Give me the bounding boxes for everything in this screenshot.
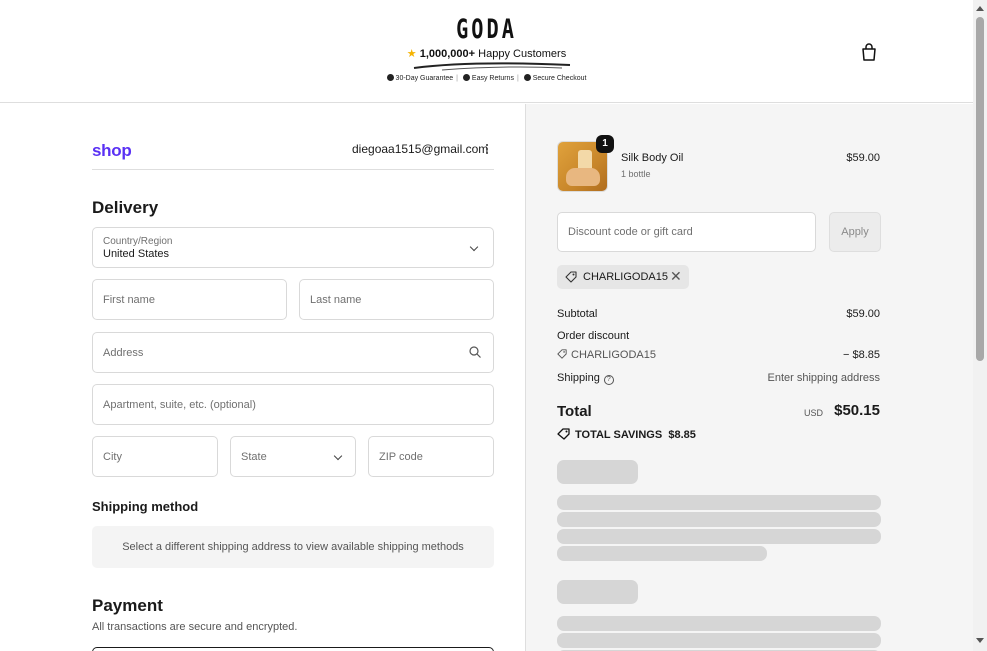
skeleton-block — [557, 580, 638, 604]
search-icon — [469, 346, 481, 358]
total-value: $50.15 — [834, 402, 880, 419]
product-variant: 1 bottle — [621, 169, 651, 179]
skeleton-line — [557, 529, 881, 544]
skeleton-line — [557, 633, 881, 648]
apply-button[interactable]: Apply — [829, 212, 881, 252]
zip-field[interactable]: ZIP code — [368, 436, 494, 477]
first-name-field[interactable]: First name — [92, 279, 287, 320]
shipping-row: Shipping? — [557, 372, 614, 385]
star-icon: ★ — [406, 48, 417, 60]
store-header: GODA ★ 1,000,000+ Happy Customers 30-Day… — [0, 0, 973, 103]
total-savings: TOTAL SAVINGS $8.85 — [557, 428, 696, 441]
account-email: diegoaa1515@gmail.com — [352, 142, 489, 156]
last-name-placeholder: Last name — [310, 293, 362, 306]
apartment-placeholder: Apartment, suite, etc. (optional) — [103, 398, 256, 411]
lock-icon — [523, 74, 531, 81]
city-placeholder: City — [103, 450, 122, 463]
shipping-value: Enter shipping address — [767, 372, 880, 384]
savings-tag-icon — [557, 428, 570, 440]
shipping-method-message: Select a different shipping address to v… — [92, 526, 494, 568]
first-name-placeholder: First name — [103, 293, 155, 306]
savings-value: $8.85 — [668, 429, 696, 441]
trust-badges: 30-Day Guarantee | Easy Returns | Secure C… — [0, 74, 973, 82]
product-price: $59.00 — [846, 152, 880, 164]
skeleton-line — [557, 512, 881, 527]
happy-count: 1,000,000+ — [419, 48, 476, 60]
country-label: Country/Region — [103, 236, 173, 247]
scroll-down-arrow-icon[interactable] — [976, 638, 984, 643]
state-select[interactable]: State — [230, 436, 356, 477]
subtotal-label: Subtotal — [557, 308, 598, 320]
total-currency: USD — [803, 408, 823, 418]
discount-value: − $8.85 — [842, 349, 880, 361]
subtotal-value: $59.00 — [846, 308, 880, 320]
tag-icon — [557, 349, 567, 359]
badge-returns: Easy Returns — [471, 75, 514, 82]
country-select[interactable]: Country/Region United States — [92, 227, 494, 268]
applied-discount-chip: CHARLIGODA15 ✕ — [557, 265, 689, 289]
applied-code: CHARLIGODA15 — [583, 271, 668, 283]
payment-subtitle: All transactions are secure and encrypte… — [92, 621, 298, 633]
savings-label: TOTAL SAVINGS — [575, 429, 663, 441]
apartment-field[interactable]: Apartment, suite, etc. (optional) — [92, 384, 494, 425]
brush-stroke-decoration — [413, 62, 571, 71]
total-label: Total — [557, 403, 592, 420]
skeleton-line — [557, 546, 767, 561]
country-value: United States — [103, 248, 170, 260]
payment-method-box[interactable] — [92, 647, 494, 651]
happy-customers-banner: ★ 1,000,000+ Happy Customers — [0, 47, 973, 60]
order-summary: 1 Silk Body Oil 1 bottle $59.00 Discount… — [525, 104, 973, 651]
city-field[interactable]: City — [92, 436, 218, 477]
zip-placeholder: ZIP code — [379, 450, 423, 463]
state-placeholder: State — [241, 450, 267, 463]
page-scrollbar[interactable] — [973, 0, 987, 651]
help-icon[interactable]: ? — [603, 375, 614, 385]
store-logo[interactable]: GODA — [122, 14, 852, 45]
discount-code: CHARLIGODA15 — [571, 349, 656, 361]
quantity-badge: 1 — [596, 135, 614, 153]
shipping-label: Shipping — [557, 372, 600, 384]
badge-guarantee: 30-Day Guarantee — [395, 75, 454, 82]
shop-pay-logo: shop — [92, 141, 132, 160]
remove-discount-icon[interactable]: ✕ — [670, 268, 682, 285]
shipping-method-heading: Shipping method — [92, 499, 199, 514]
skeleton-line — [557, 495, 881, 510]
skeleton-block — [557, 460, 638, 484]
shopping-bag-icon[interactable] — [861, 43, 877, 61]
product-name: Silk Body Oil — [621, 152, 684, 164]
returns-icon — [462, 74, 470, 81]
chevron-down-icon — [469, 242, 479, 252]
account-menu-icon[interactable] — [486, 144, 490, 156]
guarantee-icon — [386, 74, 394, 81]
badge-secure: Secure Checkout — [532, 75, 587, 82]
scroll-thumb[interactable] — [976, 17, 984, 361]
skeleton-line — [557, 616, 881, 631]
last-name-field[interactable]: Last name — [299, 279, 494, 320]
chevron-down-icon — [333, 451, 343, 461]
checkout-form: shop diegoaa1515@gmail.com Delivery Coun… — [0, 104, 525, 651]
order-discount-label: Order discount — [557, 330, 630, 342]
discount-placeholder: Discount code or gift card — [568, 226, 693, 238]
happy-text: Happy Customers — [478, 48, 567, 60]
discount-code-input[interactable]: Discount code or gift card — [557, 212, 816, 252]
address-placeholder: Address — [103, 346, 144, 359]
address-field[interactable]: Address — [92, 332, 494, 373]
payment-heading: Payment — [92, 596, 163, 615]
discount-code-row: CHARLIGODA15 — [557, 349, 656, 361]
divider — [92, 169, 494, 170]
scroll-up-arrow-icon[interactable] — [976, 6, 984, 11]
tag-icon — [565, 271, 577, 283]
delivery-heading: Delivery — [92, 198, 159, 217]
